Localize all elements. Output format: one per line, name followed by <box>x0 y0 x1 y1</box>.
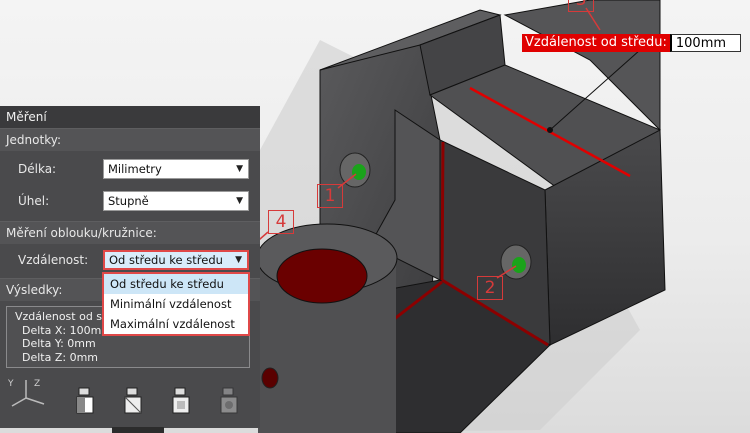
distance-label: Vzdálenost: <box>18 253 89 267</box>
angle-label: Úhel: <box>18 194 50 208</box>
dropdown-option[interactable]: Od středu ke středu <box>104 274 248 294</box>
axis-z-label: Z <box>34 379 40 389</box>
axis-y-label: Y <box>7 379 14 389</box>
boss-hole <box>276 248 368 304</box>
distance-select-value: Od středu ke středu <box>109 253 223 267</box>
callout-2: 2 <box>477 276 503 300</box>
bottom-strip <box>112 427 164 433</box>
measurement-name: Vzdálenost od středu: <box>522 34 670 52</box>
result-line: Delta Y: 0mm <box>22 337 96 350</box>
dropdown-option[interactable]: Minimální vzdálenost <box>104 294 248 314</box>
length-label: Délka: <box>18 162 57 176</box>
callout-4: 4 <box>268 210 294 234</box>
angle-row: Úhel: Stupně ▼ <box>0 190 260 214</box>
length-row: Délka: Milimetry ▼ <box>0 158 260 182</box>
distance-row: Vzdálenost: Od středu ke středu ▼ <box>0 249 260 273</box>
measure-b-icon[interactable] <box>120 386 146 416</box>
result-line: Delta Z: 0mm <box>22 350 99 364</box>
measurement-label: Vzdálenost od středu: 100mm <box>522 34 741 52</box>
angle-select[interactable]: Stupně ▼ <box>103 191 249 211</box>
callout-3: 3 <box>568 0 594 12</box>
chevron-down-icon: ▼ <box>236 196 243 206</box>
measure-a-icon[interactable] <box>72 386 98 416</box>
units-header: Jednotky: <box>0 128 260 151</box>
distance-select[interactable]: Od středu ke středu ▼ <box>103 250 249 270</box>
triad-icon: Y Z <box>7 379 45 407</box>
dropdown-option[interactable]: Maximální vzdálenost <box>104 314 248 334</box>
distance-dropdown: Od středu ke středu Minimální vzdálenost… <box>102 272 250 336</box>
measurement-value: 100mm <box>669 34 741 52</box>
measure-panel: Měření Jednotky: Délka: Milimetry ▼ Úhel… <box>0 106 260 428</box>
measure-toolbar <box>72 386 242 416</box>
chevron-down-icon: ▼ <box>235 255 242 265</box>
arc-header: Měření oblouku/kružnice: <box>0 221 260 244</box>
length-select-value: Milimetry <box>108 162 162 176</box>
callout-1: 1 <box>317 184 343 208</box>
angle-select-value: Stupně <box>108 194 149 208</box>
length-select[interactable]: Milimetry ▼ <box>103 159 249 179</box>
chevron-down-icon: ▼ <box>236 164 243 174</box>
panel-title: Měření <box>0 106 260 128</box>
measure-c-icon[interactable] <box>168 386 194 416</box>
measure-d-icon[interactable] <box>216 386 242 416</box>
